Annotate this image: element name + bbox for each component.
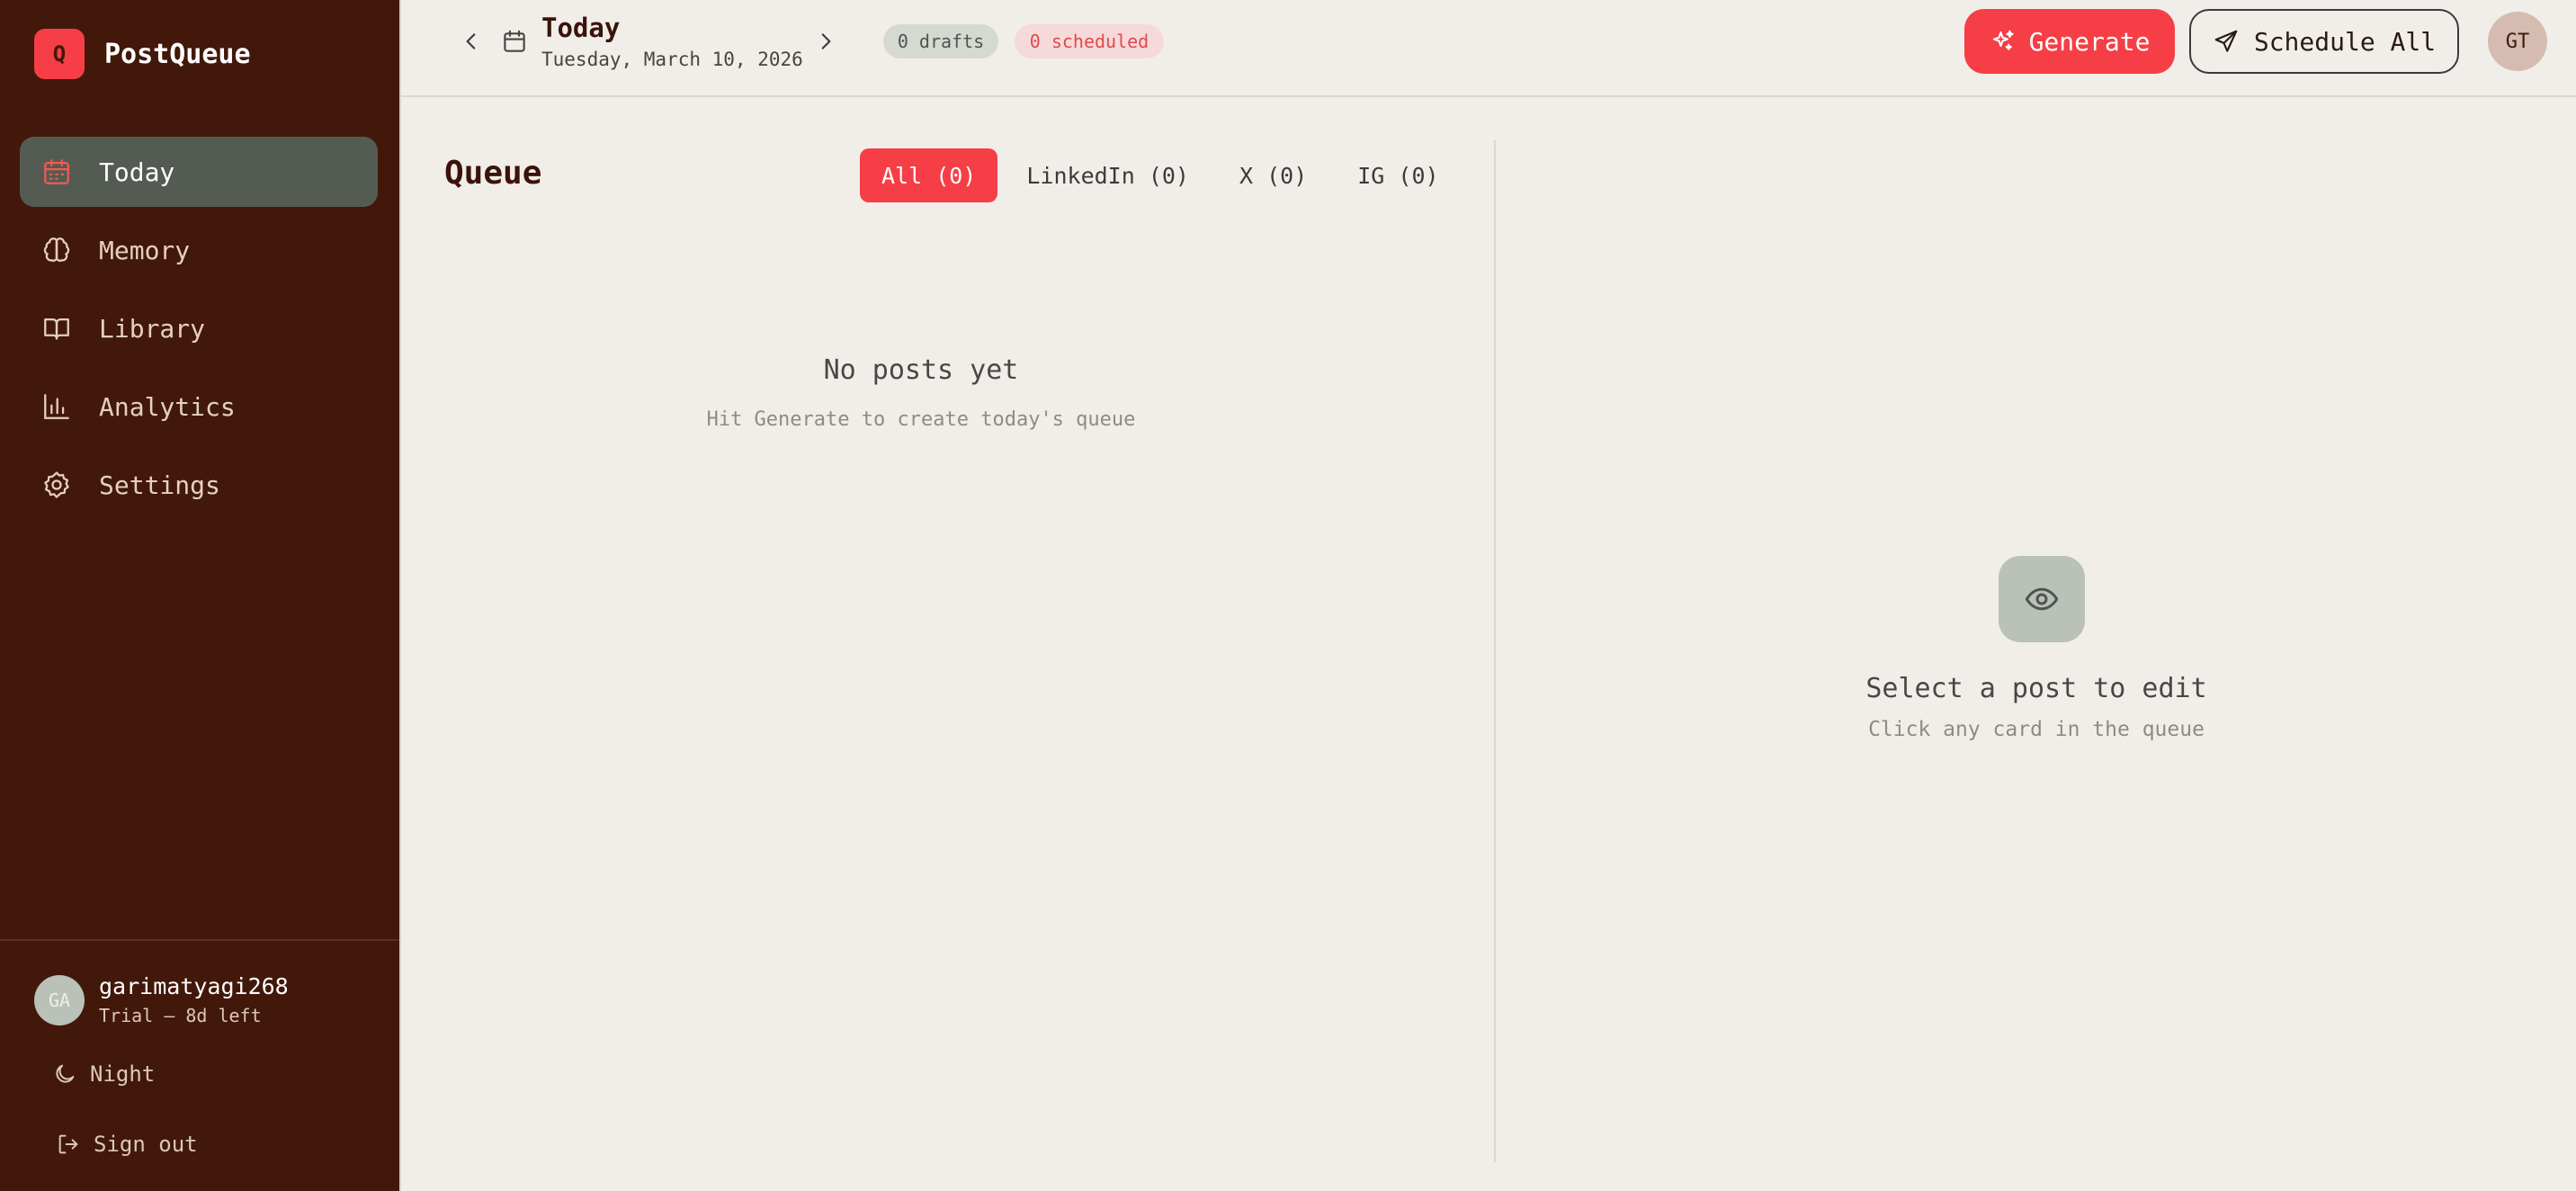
calendar-icon	[44, 159, 69, 184]
panel-divider	[1494, 140, 1496, 1162]
calendar-icon	[504, 30, 525, 52]
queue-title: Queue	[444, 155, 542, 192]
sidebar-nav: Today Memory Library Analytics Settings	[20, 137, 378, 528]
sidebar-item-label: Library	[99, 313, 206, 344]
avatar[interactable]: GT	[2488, 12, 2547, 71]
logout-icon	[58, 1134, 78, 1154]
sidebar-item-today[interactable]: Today	[20, 137, 378, 207]
brand[interactable]: Q PostQueue	[34, 29, 251, 79]
scheduled-badge: 0 scheduled	[1015, 24, 1164, 58]
avatar: GA	[34, 974, 85, 1025]
tab-linkedin[interactable]: LinkedIn (0)	[1005, 148, 1211, 202]
chevron-left-icon	[466, 33, 476, 49]
moon-icon	[56, 1064, 75, 1083]
tab-all[interactable]: All (0)	[860, 148, 998, 202]
platform-tabs: All (0) LinkedIn (0) X (0) IG (0)	[860, 148, 1468, 202]
generate-button[interactable]: Generate	[1964, 9, 2175, 74]
generate-label: Generate	[2028, 26, 2151, 57]
theme-toggle-label: Night	[90, 1061, 156, 1087]
prev-day-button[interactable]	[455, 25, 487, 58]
theme-toggle-button[interactable]: Night	[52, 1061, 155, 1087]
editor-placeholder-icon	[1999, 556, 2085, 642]
sidebar-item-label: Today	[99, 157, 175, 187]
brand-logo: Q	[34, 29, 85, 79]
tab-x[interactable]: X (0)	[1218, 148, 1328, 202]
book-icon	[44, 318, 69, 340]
send-icon	[2214, 30, 2238, 52]
sidebar: Q PostQueue Today Memory Library Analyti…	[0, 0, 401, 1191]
user-name: garimatyagi268	[99, 973, 289, 999]
gear-icon	[44, 471, 69, 498]
sidebar-item-memory[interactable]: Memory	[20, 215, 378, 285]
sparkles-icon	[1992, 30, 2014, 50]
date-subtitle: Tuesday, March 10, 2026	[541, 49, 803, 70]
sidebar-item-analytics[interactable]: Analytics	[20, 372, 378, 442]
user-plan: Trial — 8d left	[99, 1005, 262, 1026]
sidebar-item-label: Analytics	[99, 391, 236, 422]
editor-empty-subtitle: Click any card in the queue	[1868, 718, 2205, 741]
sidebar-divider	[0, 939, 399, 941]
sidebar-item-settings[interactable]: Settings	[20, 450, 378, 520]
brand-name: PostQueue	[104, 38, 251, 70]
page-title: Today	[541, 13, 621, 43]
tab-ig[interactable]: IG (0)	[1336, 148, 1460, 202]
queue-empty-title: No posts yet	[823, 354, 1019, 386]
brain-icon	[43, 237, 70, 262]
sidebar-item-library[interactable]: Library	[20, 293, 378, 363]
bar-chart-icon	[44, 394, 69, 419]
calendar-picker-button[interactable]	[498, 25, 531, 58]
sign-out-button[interactable]: Sign out	[56, 1132, 198, 1157]
user-info: garimatyagi268 Trial — 8d left	[99, 973, 289, 1026]
user-profile[interactable]: GA garimatyagi268 Trial — 8d left	[34, 973, 289, 1026]
next-day-button[interactable]	[809, 25, 842, 58]
schedule-all-label: Schedule All	[2253, 26, 2437, 57]
top-header: Today Tuesday, March 10, 2026 0 drafts 0…	[401, 0, 2576, 97]
editor-empty-title: Select a post to edit	[1865, 673, 2207, 704]
sidebar-item-label: Memory	[99, 235, 191, 265]
eye-icon	[2025, 587, 2059, 611]
schedule-all-button[interactable]: Schedule All	[2189, 9, 2459, 74]
drafts-badge: 0 drafts	[883, 24, 998, 58]
queue-empty-subtitle: Hit Generate to create today's queue	[706, 408, 1136, 431]
chevron-right-icon	[821, 33, 831, 49]
sign-out-label: Sign out	[94, 1132, 198, 1157]
sidebar-item-label: Settings	[99, 470, 220, 500]
